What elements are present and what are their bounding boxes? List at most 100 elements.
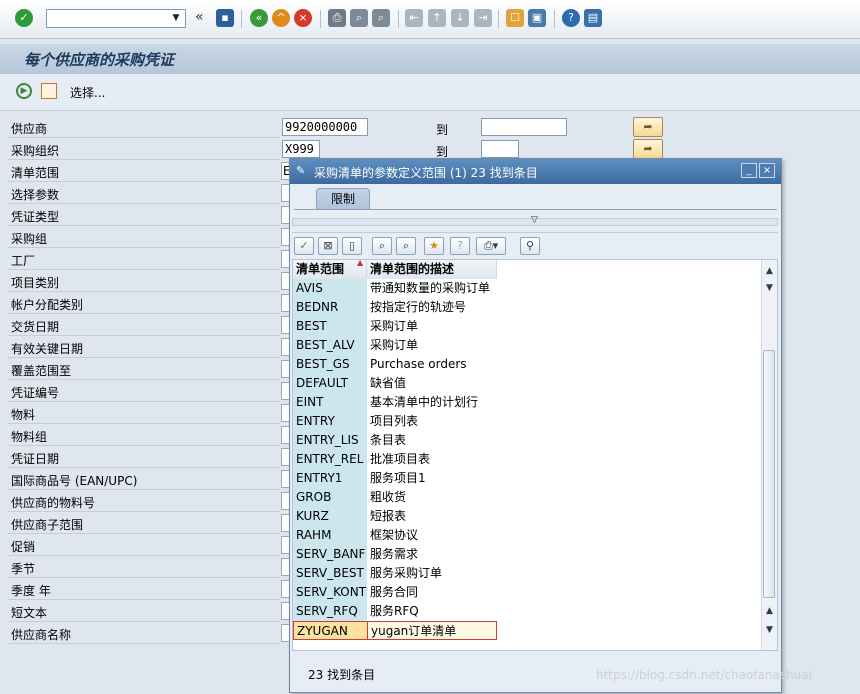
find-icon[interactable]: ⌕ (372, 237, 392, 255)
cell-list-scope[interactable]: SERV_BEST (293, 564, 367, 583)
table-row[interactable]: SERV_RFQ 服务RFQ (293, 602, 763, 621)
close-icon[interactable]: × (759, 163, 775, 178)
vertical-scrollbar[interactable]: ▲ ▼ ▲ ▼ (761, 260, 777, 650)
table-row[interactable]: BEST_ALV 采购订单 (293, 336, 763, 355)
cell-description[interactable]: 框架协议 (367, 526, 497, 545)
cell-list-scope[interactable]: ENTRY (293, 412, 367, 431)
cancel-icon[interactable]: ⊠ (318, 237, 338, 255)
cell-list-scope[interactable]: SERV_RFQ (293, 602, 367, 621)
splitter[interactable]: ▽ (292, 215, 778, 226)
customize-layout-icon[interactable]: ▤ (584, 9, 602, 27)
table-row[interactable]: GROB 粗收货 (293, 488, 763, 507)
column-header-description[interactable]: 清单范围的描述 (367, 260, 497, 279)
help-icon[interactable]: ? (562, 9, 580, 27)
cell-list-scope[interactable]: AVIS (293, 279, 367, 298)
cell-description[interactable]: 服务项目1 (367, 469, 497, 488)
cell-description[interactable]: 按指定行的轨迹号 (367, 298, 497, 317)
cell-list-scope[interactable]: BEST_ALV (293, 336, 367, 355)
cell-list-scope[interactable]: BEST (293, 317, 367, 336)
cell-list-scope[interactable]: BEST_GS (293, 355, 367, 374)
confirm-icon[interactable]: ✓ (294, 237, 314, 255)
cell-description[interactable]: 服务RFQ (367, 602, 497, 621)
vendor-from-input[interactable]: 9920000000 (282, 118, 368, 136)
table-row[interactable]: ZYUGAN yugan订单清单 (293, 621, 763, 640)
scroll-down-icon[interactable]: ▼ (763, 280, 776, 296)
cell-description[interactable]: 带通知数量的采购订单 (367, 279, 497, 298)
cell-description[interactable]: 缺省值 (367, 374, 497, 393)
cell-description[interactable]: 短报表 (367, 507, 497, 526)
column-header-list-scope[interactable]: 清单范围 (293, 260, 367, 279)
cell-description[interactable]: 服务采购订单 (367, 564, 497, 583)
find-next-icon[interactable]: ⌕ (372, 9, 390, 27)
cell-description[interactable]: 服务需求 (367, 545, 497, 564)
minimize-icon[interactable]: _ (741, 163, 757, 178)
cell-list-scope[interactable]: ENTRY_LIS (293, 431, 367, 450)
table-row[interactable]: BEST 采购订单 (293, 317, 763, 336)
multiple-selection-icon[interactable]: ➦ (633, 139, 663, 159)
table-row[interactable]: AVIS 带通知数量的采购订单 (293, 279, 763, 298)
cell-description[interactable]: yugan订单清单 (367, 621, 497, 640)
scroll-up-icon[interactable]: ▲ (763, 603, 776, 619)
table-row[interactable]: SERV_BEST 服务采购订单 (293, 564, 763, 583)
cell-description[interactable]: 基本清单中的计划行 (367, 393, 497, 412)
details-icon[interactable]: ▯ (342, 237, 362, 255)
find-icon[interactable]: ⌕ (350, 9, 368, 27)
cell-description[interactable]: 采购订单 (367, 317, 497, 336)
print-icon[interactable]: ⎙ (328, 9, 346, 27)
execute-icon[interactable]: ▶ (16, 83, 32, 99)
cell-list-scope[interactable]: BEDNR (293, 298, 367, 317)
table-row[interactable]: ENTRY1 服务项目1 (293, 469, 763, 488)
tab-restrictions[interactable]: 限制 (316, 188, 370, 210)
table-row[interactable]: KURZ 短报表 (293, 507, 763, 526)
purch-org-from-input[interactable]: X999 (282, 140, 320, 158)
next-page-icon[interactable]: ↓ (451, 9, 469, 27)
collapse-arrow-icon[interactable]: « (195, 9, 204, 25)
table-row[interactable]: BEST_GS Purchase orders (293, 355, 763, 374)
find-next-icon[interactable]: ⌕ (396, 237, 416, 255)
information-icon[interactable]: ? (450, 237, 470, 255)
enter-check-icon[interactable]: ✓ (15, 9, 33, 27)
table-row[interactable]: EINT 基本清单中的计划行 (293, 393, 763, 412)
scrollbar-thumb[interactable] (763, 350, 775, 598)
exit-icon[interactable]: ^ (272, 9, 290, 27)
technical-info-icon[interactable]: ⚲ (520, 237, 540, 255)
table-row[interactable]: RAHM 框架协议 (293, 526, 763, 545)
back-icon[interactable]: « (250, 9, 268, 27)
last-page-icon[interactable]: ⇥ (474, 9, 492, 27)
previous-page-icon[interactable]: ↑ (428, 9, 446, 27)
cell-list-scope[interactable]: SERV_KONT (293, 583, 367, 602)
table-row[interactable]: BEDNR 按指定行的轨迹号 (293, 298, 763, 317)
table-row[interactable]: SERV_BANF 服务需求 (293, 545, 763, 564)
command-field[interactable]: ▼ (46, 9, 186, 28)
table-row[interactable]: SERV_KONT 服务合同 (293, 583, 763, 602)
multiple-selection-icon[interactable]: ➦ (633, 117, 663, 137)
vendor-to-input[interactable] (481, 118, 567, 136)
purch-org-to-input[interactable] (481, 140, 519, 158)
select-button[interactable]: 选择... (70, 84, 105, 101)
cell-description[interactable]: 粗收货 (367, 488, 497, 507)
cell-list-scope[interactable]: SERV_BANF (293, 545, 367, 564)
chevron-down-icon[interactable]: ▼ (167, 10, 185, 27)
cell-description[interactable]: 项目列表 (367, 412, 497, 431)
create-session-icon[interactable]: ☐ (506, 9, 524, 27)
table-row[interactable]: ENTRY_LIS 条目表 (293, 431, 763, 450)
table-row[interactable]: DEFAULT 缺省值 (293, 374, 763, 393)
dialog-title-bar[interactable]: ✎ 采购清单的参数定义范围 (1) 23 找到条目 _ × (290, 159, 781, 184)
scroll-up-icon[interactable]: ▲ (763, 263, 776, 279)
cell-list-scope[interactable]: ENTRY1 (293, 469, 367, 488)
print-icon[interactable]: ⎙▾ (476, 237, 506, 255)
cell-list-scope[interactable]: KURZ (293, 507, 367, 526)
cell-description[interactable]: 条目表 (367, 431, 497, 450)
cell-list-scope[interactable]: DEFAULT (293, 374, 367, 393)
cell-list-scope[interactable]: ENTRY_REL (293, 450, 367, 469)
cell-description[interactable]: 批准项目表 (367, 450, 497, 469)
cell-description[interactable]: 服务合同 (367, 583, 497, 602)
table-row[interactable]: ENTRY 项目列表 (293, 412, 763, 431)
cell-list-scope[interactable]: GROB (293, 488, 367, 507)
get-variant-icon[interactable] (41, 83, 57, 99)
table-row[interactable]: ENTRY_REL 批准项目表 (293, 450, 763, 469)
create-shortcut-icon[interactable]: ▣ (528, 9, 546, 27)
cell-list-scope[interactable]: ZYUGAN (293, 621, 367, 640)
first-page-icon[interactable]: ⇤ (405, 9, 423, 27)
cell-description[interactable]: 采购订单 (367, 336, 497, 355)
